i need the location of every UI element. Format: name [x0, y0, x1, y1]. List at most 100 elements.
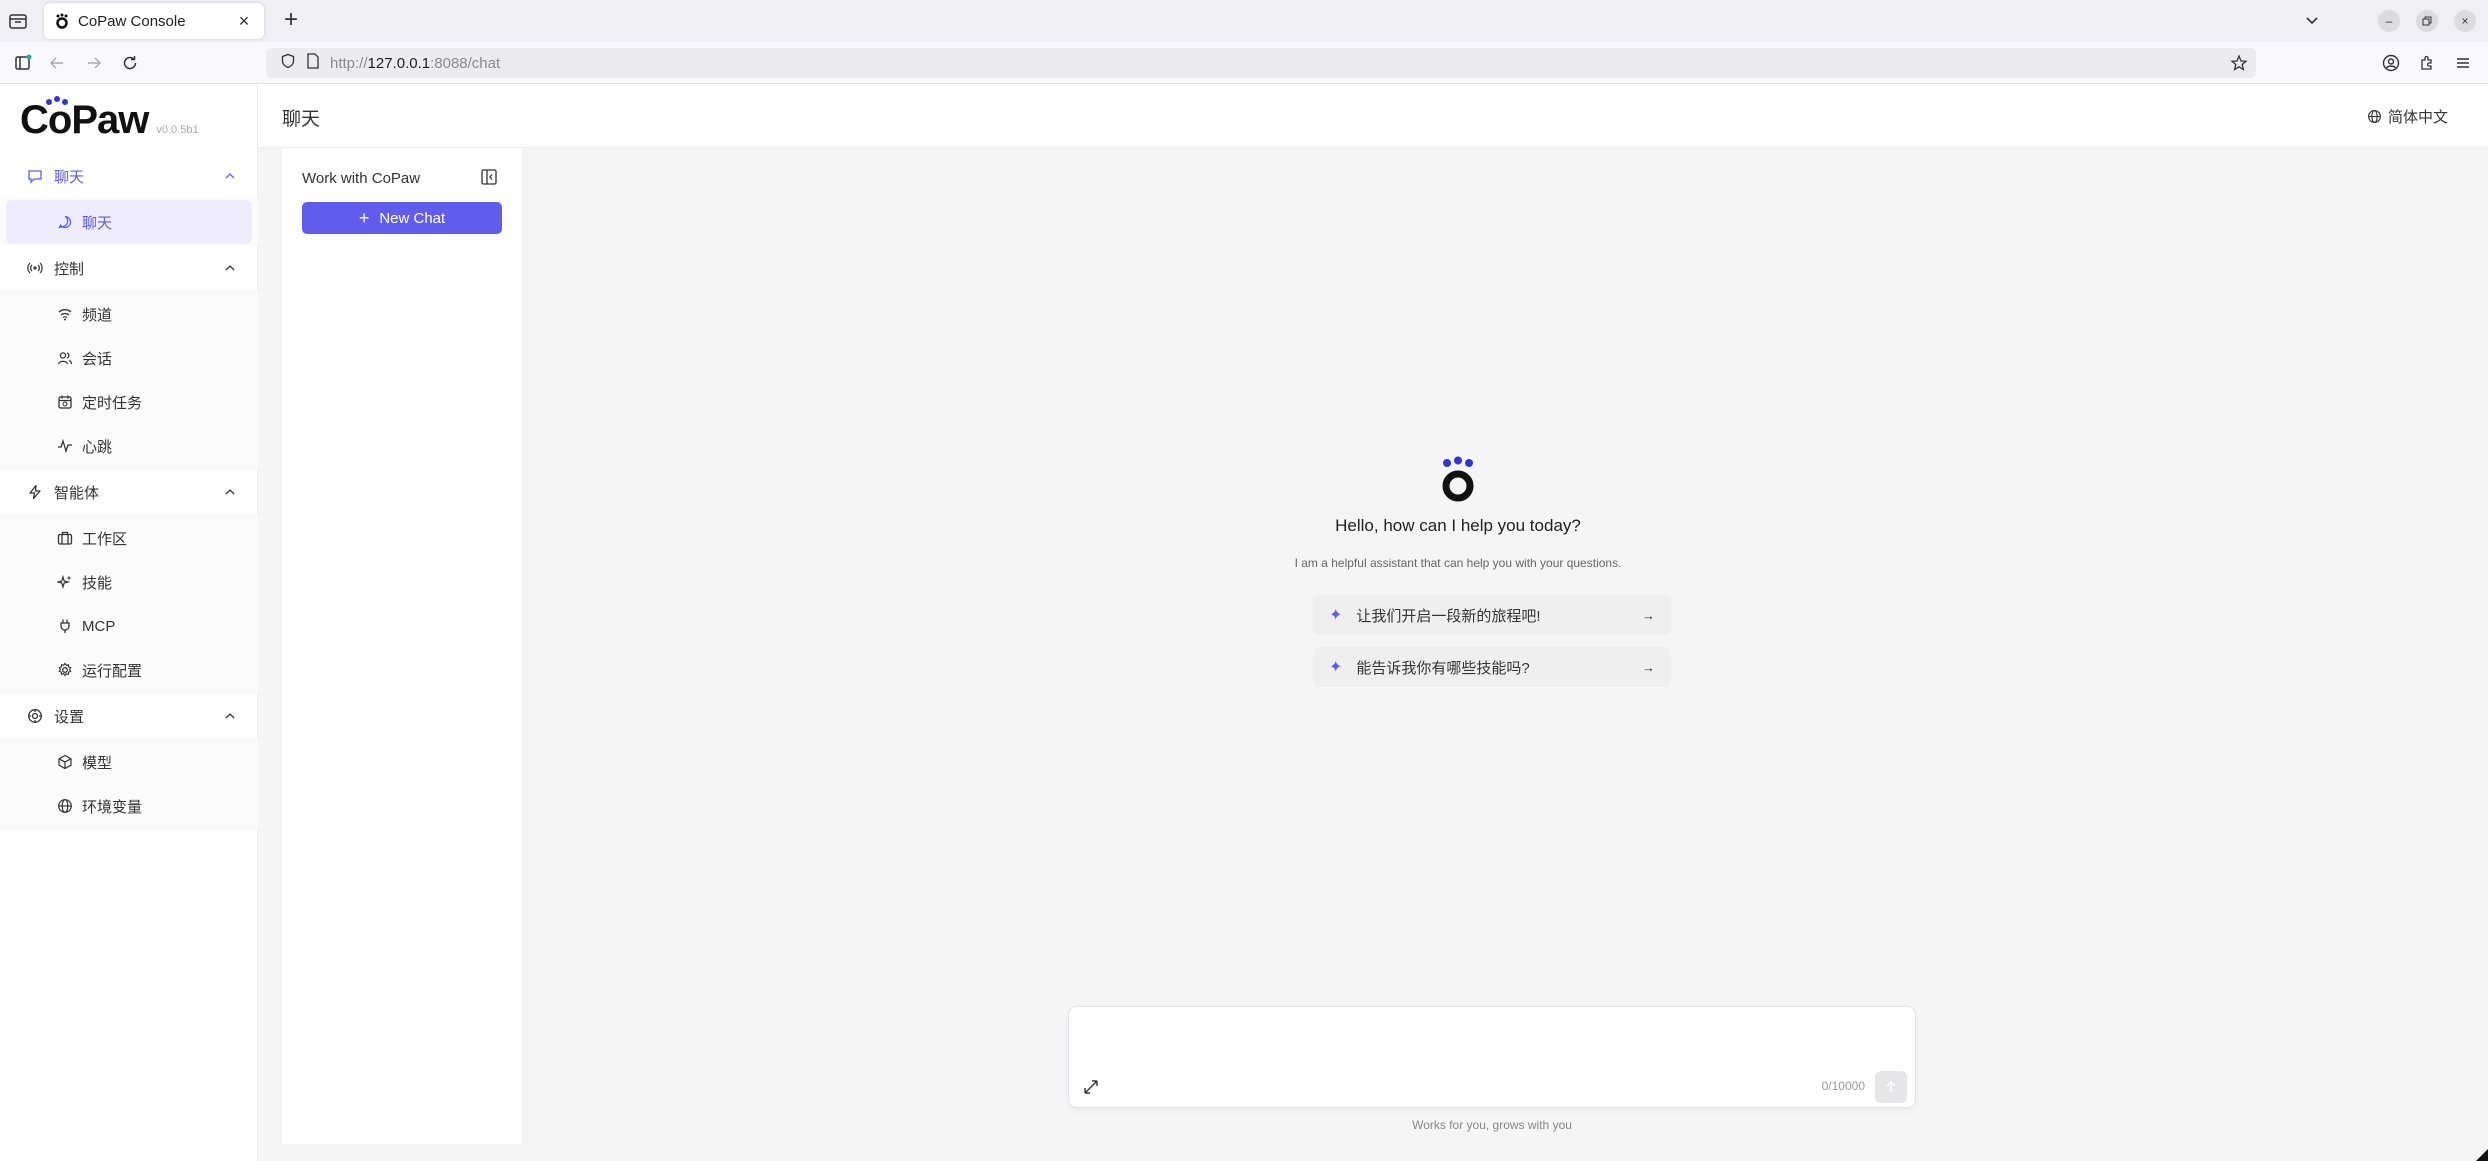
browser-nav-bar: http://127.0.0.1:8088/chat	[0, 42, 2488, 84]
star-icon[interactable]	[2230, 54, 2248, 77]
restore-icon[interactable]	[2416, 10, 2438, 32]
browser-tab[interactable]: CoPaw Console ×	[44, 3, 264, 39]
shield-icon[interactable]	[280, 53, 296, 74]
send-button[interactable]	[1875, 1071, 1907, 1103]
welcome-subtitle: I am a helpful assistant that can help y…	[1294, 556, 1622, 570]
sidebar-item-heartbeat[interactable]: 心跳	[6, 424, 252, 468]
sidebar-item-skills[interactable]: 技能	[6, 560, 252, 604]
collapse-panel-icon[interactable]	[480, 168, 498, 186]
suggestion-prompt[interactable]: ✦ 让我们开启一段新的旅程吧! →	[1313, 595, 1671, 635]
settings-icon	[26, 707, 44, 725]
resize-grip-icon[interactable]	[2474, 1147, 2488, 1161]
tab-list-icon[interactable]	[8, 11, 28, 31]
menu-icon[interactable]	[2452, 52, 2474, 74]
sidebar-item-scheduled-tasks[interactable]: 定时任务	[6, 380, 252, 424]
message-composer[interactable]: 0/10000	[1068, 1006, 1916, 1108]
sidebar-item-sessions[interactable]: 会话	[6, 336, 252, 380]
chevron-up-icon	[225, 265, 235, 271]
sidebar-group-label: 智能体	[54, 484, 100, 502]
language-switcher[interactable]: 简体中文	[2367, 106, 2448, 127]
sidebar-item-mcp[interactable]: MCP	[6, 604, 252, 648]
chevron-down-icon[interactable]	[2302, 10, 2322, 30]
suggestion-prompt[interactable]: ✦ 能告诉我你有哪些技能吗? →	[1313, 647, 1671, 687]
footer-tagline-text: Works for you, grows with you	[1412, 1118, 1572, 1132]
globe-icon	[56, 797, 74, 815]
users-icon	[56, 349, 74, 367]
copaw-logo-icon	[1442, 456, 1474, 502]
sidebar-group-agents[interactable]: 智能体	[0, 470, 258, 514]
sidebar-item-label: MCP	[82, 617, 116, 635]
logo-dots-icon	[46, 96, 68, 105]
calendar-clock-icon	[56, 393, 74, 411]
extensions-icon[interactable]	[2416, 52, 2438, 74]
reload-icon[interactable]	[119, 52, 141, 74]
sidebar-group-chat[interactable]: 聊天	[0, 154, 258, 198]
sidebar-submenu-settings: 模型 环境变量	[0, 738, 258, 830]
welcome-panel: Hello, how can I help you today? I am a …	[1108, 456, 1808, 570]
wifi-icon	[56, 305, 74, 323]
cube-icon	[56, 753, 74, 771]
sidebar-item-label: 技能	[82, 574, 113, 592]
sidebar-item-label: 运行配置	[82, 662, 143, 680]
copaw-favicon	[54, 13, 70, 29]
copaw-logo[interactable]: CoPaw v0.0.5b1	[20, 96, 199, 142]
page-header: 聊天 简体中文	[258, 84, 2488, 148]
sidebar-item-label: 频道	[82, 306, 113, 324]
plug-icon	[56, 617, 74, 635]
close-icon[interactable]: ×	[234, 11, 254, 32]
welcome-title: Hello, how can I help you today?	[1335, 516, 1581, 535]
sparkle-icon: ✦	[1329, 607, 1343, 624]
sidebar-item-label: 环境变量	[82, 798, 143, 816]
sidebar-group-label: 控制	[54, 260, 85, 278]
url-path: :8088/chat	[430, 54, 501, 72]
suggestion-text: 能告诉我你有哪些技能吗?	[1356, 659, 1530, 677]
account-icon[interactable]	[2380, 52, 2402, 74]
browser-tab-bar: CoPaw Console × + – ×	[0, 0, 2488, 42]
version-label: v0.0.5b1	[156, 124, 199, 136]
gear-icon	[56, 661, 74, 679]
language-label: 简体中文	[2387, 109, 2448, 126]
close-window-icon[interactable]: ×	[2454, 10, 2476, 32]
forward-icon[interactable]	[83, 52, 105, 74]
minimize-icon[interactable]: –	[2378, 10, 2400, 32]
briefcase-icon	[56, 529, 74, 547]
new-chat-label: New Chat	[379, 209, 446, 227]
suggestion-text: 让我们开启一段新的旅程吧!	[1356, 607, 1541, 625]
chat-list-title: Work with CoPaw	[302, 170, 421, 187]
sidebar-group-label: 设置	[54, 708, 85, 726]
globe-icon	[2368, 110, 2381, 123]
sidebar: CoPaw v0.0.5b1 聊天 聊天 控制 频道 会话 定时任务 心跳 智能…	[0, 84, 258, 1161]
sidebar-item-chat[interactable]: 聊天	[6, 200, 252, 244]
sidebar-item-label: 定时任务	[82, 394, 143, 412]
new-chat-button[interactable]: + New Chat	[302, 202, 502, 234]
sidebar-item-channels[interactable]: 频道	[6, 292, 252, 336]
page-title: 聊天	[282, 109, 321, 130]
plus-icon: +	[358, 208, 370, 228]
sidebar-submenu-control: 频道 会话 定时任务 心跳	[0, 290, 258, 470]
url-text: http://127.0.0.1:8088/chat	[330, 55, 500, 72]
url-bar[interactable]: http://127.0.0.1:8088/chat	[266, 48, 2256, 78]
sidebar-item-env-vars[interactable]: 环境变量	[6, 784, 252, 828]
sidebar-item-workspace[interactable]: 工作区	[6, 516, 252, 560]
chevron-up-icon	[225, 173, 235, 179]
tab-title: CoPaw Console	[78, 12, 186, 30]
expand-icon[interactable]	[1081, 1077, 1101, 1097]
sidebar-group-control[interactable]: 控制	[0, 246, 258, 290]
sidebar-item-runtime-config[interactable]: 运行配置	[6, 648, 252, 692]
pulse-icon	[56, 437, 74, 455]
back-icon[interactable]	[46, 52, 68, 74]
page-icon[interactable]	[306, 52, 320, 74]
arrow-up-icon	[1886, 1080, 1896, 1092]
sidebar-toggle-icon[interactable]	[12, 52, 34, 74]
chat-bubble-icon	[26, 167, 44, 185]
url-host: 127.0.0.1	[367, 54, 431, 72]
sidebar-menu: 聊天 聊天 控制 频道 会话 定时任务 心跳 智能体 工作区 技能 MCP 运行…	[0, 154, 258, 830]
arrow-right-icon: →	[1642, 607, 1655, 623]
bolt-icon	[26, 483, 44, 501]
plus-icon[interactable]: +	[278, 8, 304, 34]
sidebar-item-label: 模型	[82, 754, 113, 772]
url-scheme: http://	[330, 54, 368, 72]
sidebar-group-settings[interactable]: 设置	[0, 694, 258, 738]
chat-list-panel: Work with CoPaw + New Chat	[282, 148, 522, 1144]
sidebar-item-models[interactable]: 模型	[6, 740, 252, 784]
